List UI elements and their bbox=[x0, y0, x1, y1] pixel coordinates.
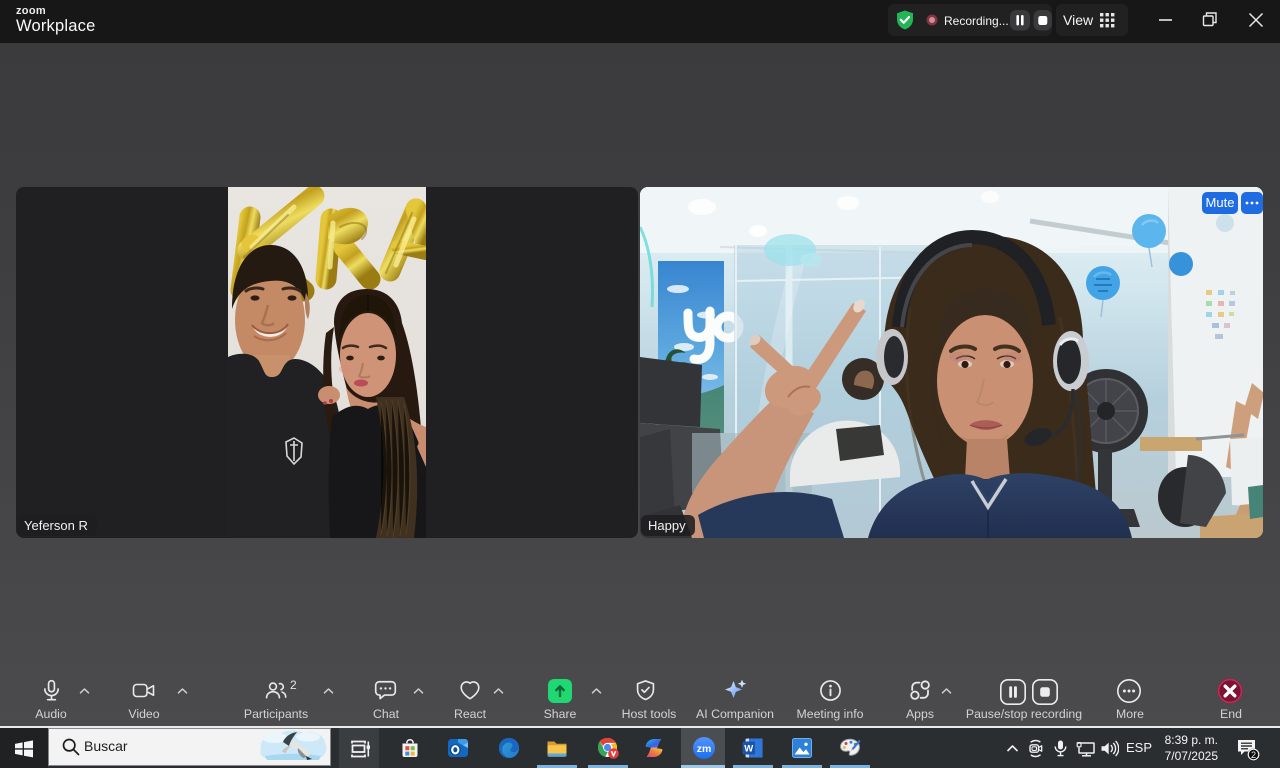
svg-text:zm: zm bbox=[697, 743, 712, 755]
svg-text:2: 2 bbox=[1251, 750, 1256, 760]
svg-text:W: W bbox=[744, 744, 753, 755]
